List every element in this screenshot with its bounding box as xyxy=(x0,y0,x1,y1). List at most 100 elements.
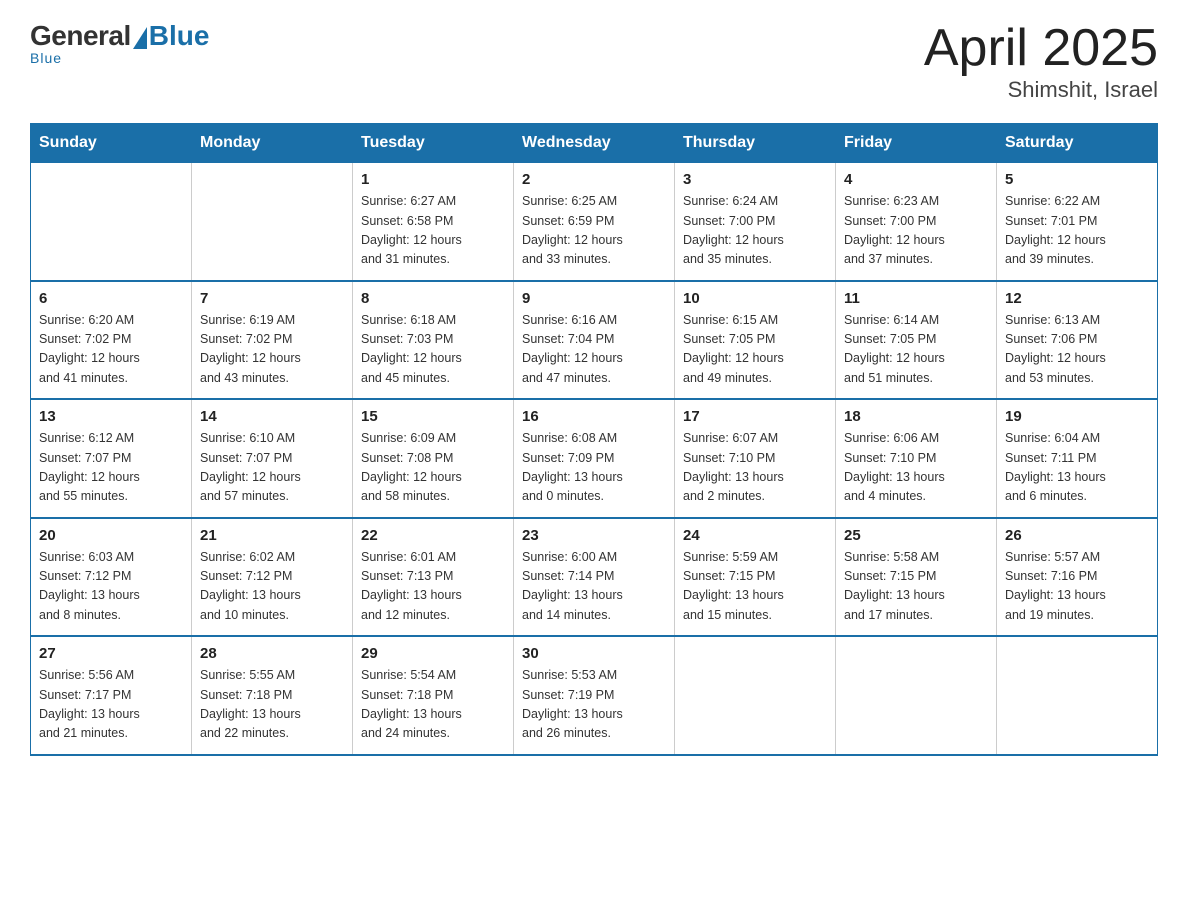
calendar-cell: 19 Sunrise: 6:04 AMSunset: 7:11 PMDayligh… xyxy=(997,399,1158,518)
calendar-cell: 16 Sunrise: 6:08 AMSunset: 7:09 PMDayligh… xyxy=(514,399,675,518)
day-number: 8 xyxy=(361,290,505,307)
day-info: Sunrise: 6:24 AMSunset: 7:00 PMDaylight:… xyxy=(683,192,827,270)
weekday-header-wednesday: Wednesday xyxy=(514,124,675,163)
calendar-cell: 10 Sunrise: 6:15 AMSunset: 7:05 PMDayligh… xyxy=(675,281,836,400)
day-number: 2 xyxy=(522,171,666,188)
day-number: 12 xyxy=(1005,290,1149,307)
calendar-cell: 7 Sunrise: 6:19 AMSunset: 7:02 PMDaylight… xyxy=(192,281,353,400)
week-row-1: 6Sunrise: 6:20 AMSunset: 7:02 PMDaylight… xyxy=(31,281,1158,400)
week-row-0: 1 Sunrise: 6:27 AMSunset: 6:58 PMDaylight… xyxy=(31,163,1158,281)
logo-general-text: General xyxy=(30,20,131,52)
day-number: 26 xyxy=(1005,527,1149,544)
calendar-body: 1 Sunrise: 6:27 AMSunset: 6:58 PMDaylight… xyxy=(31,163,1158,755)
day-number: 20 xyxy=(39,527,183,544)
calendar-cell: 23 Sunrise: 6:00 AMSunset: 7:14 PMDayligh… xyxy=(514,518,675,637)
logo-underline-text: Blue xyxy=(30,50,62,66)
calendar-cell xyxy=(675,636,836,755)
day-info: Sunrise: 5:53 AMSunset: 7:19 PMDaylight:… xyxy=(522,666,666,744)
day-number: 18 xyxy=(844,408,988,425)
calendar-table: SundayMondayTuesdayWednesdayThursdayFrid… xyxy=(30,123,1158,756)
calendar-cell: 13 Sunrise: 6:12 AMSunset: 7:07 PMDayligh… xyxy=(31,399,192,518)
calendar-subtitle: Shimshit, Israel xyxy=(924,77,1158,103)
calendar-cell: 4 Sunrise: 6:23 AMSunset: 7:00 PMDaylight… xyxy=(836,163,997,281)
day-number: 23 xyxy=(522,527,666,544)
day-info: Sunrise: 6:04 AMSunset: 7:11 PMDaylight:… xyxy=(1005,429,1149,507)
calendar-cell: 26 Sunrise: 5:57 AMSunset: 7:16 PMDayligh… xyxy=(997,518,1158,637)
day-number: 3 xyxy=(683,171,827,188)
day-number: 6 xyxy=(39,290,183,307)
week-row-4: 27Sunrise: 5:56 AMSunset: 7:17 PMDayligh… xyxy=(31,636,1158,755)
day-info: Sunrise: 6:12 AMSunset: 7:07 PMDaylight:… xyxy=(39,429,183,507)
calendar-cell: 20 Sunrise: 6:03 AMSunset: 7:12 PMDayligh… xyxy=(31,518,192,637)
weekday-header-monday: Monday xyxy=(192,124,353,163)
day-info: Sunrise: 6:27 AMSunset: 6:58 PMDaylight:… xyxy=(361,192,505,270)
day-info: Sunrise: 6:06 AMSunset: 7:10 PMDaylight:… xyxy=(844,429,988,507)
day-info: Sunrise: 6:16 AMSunset: 7:04 PMDaylight:… xyxy=(522,311,666,389)
day-number: 21 xyxy=(200,527,344,544)
calendar-cell: 18 Sunrise: 6:06 AMSunset: 7:10 PMDayligh… xyxy=(836,399,997,518)
calendar-cell: 5 Sunrise: 6:22 AMSunset: 7:01 PMDaylight… xyxy=(997,163,1158,281)
day-info: Sunrise: 6:00 AMSunset: 7:14 PMDaylight:… xyxy=(522,548,666,626)
calendar-cell xyxy=(836,636,997,755)
calendar-cell: 22Sunrise: 6:01 AMSunset: 7:13 PMDayligh… xyxy=(353,518,514,637)
week-row-2: 13 Sunrise: 6:12 AMSunset: 7:07 PMDayligh… xyxy=(31,399,1158,518)
weekday-header-row: SundayMondayTuesdayWednesdayThursdayFrid… xyxy=(31,124,1158,163)
day-number: 1 xyxy=(361,171,505,188)
day-info: Sunrise: 5:58 AMSunset: 7:15 PMDaylight:… xyxy=(844,548,988,626)
calendar-cell: 11Sunrise: 6:14 AMSunset: 7:05 PMDayligh… xyxy=(836,281,997,400)
calendar-cell xyxy=(192,163,353,281)
weekday-header-friday: Friday xyxy=(836,124,997,163)
day-number: 22 xyxy=(361,527,505,544)
day-number: 16 xyxy=(522,408,666,425)
weekday-header-saturday: Saturday xyxy=(997,124,1158,163)
page-header: General Blue Blue April 2025 Shimshit, I… xyxy=(30,20,1158,103)
day-info: Sunrise: 6:09 AMSunset: 7:08 PMDaylight:… xyxy=(361,429,505,507)
weekday-header-sunday: Sunday xyxy=(31,124,192,163)
calendar-cell: 1 Sunrise: 6:27 AMSunset: 6:58 PMDaylight… xyxy=(353,163,514,281)
day-number: 28 xyxy=(200,645,344,662)
calendar-cell: 14 Sunrise: 6:10 AMSunset: 7:07 PMDayligh… xyxy=(192,399,353,518)
day-number: 29 xyxy=(361,645,505,662)
calendar-cell: 3 Sunrise: 6:24 AMSunset: 7:00 PMDaylight… xyxy=(675,163,836,281)
day-info: Sunrise: 5:56 AMSunset: 7:17 PMDaylight:… xyxy=(39,666,183,744)
day-info: Sunrise: 5:57 AMSunset: 7:16 PMDaylight:… xyxy=(1005,548,1149,626)
calendar-cell: 2 Sunrise: 6:25 AMSunset: 6:59 PMDaylight… xyxy=(514,163,675,281)
calendar-cell: 30Sunrise: 5:53 AMSunset: 7:19 PMDayligh… xyxy=(514,636,675,755)
day-info: Sunrise: 6:23 AMSunset: 7:00 PMDaylight:… xyxy=(844,192,988,270)
day-number: 13 xyxy=(39,408,183,425)
day-number: 19 xyxy=(1005,408,1149,425)
day-info: Sunrise: 5:59 AMSunset: 7:15 PMDaylight:… xyxy=(683,548,827,626)
calendar-cell: 17Sunrise: 6:07 AMSunset: 7:10 PMDayligh… xyxy=(675,399,836,518)
calendar-cell: 29Sunrise: 5:54 AMSunset: 7:18 PMDayligh… xyxy=(353,636,514,755)
day-info: Sunrise: 6:07 AMSunset: 7:10 PMDaylight:… xyxy=(683,429,827,507)
day-number: 4 xyxy=(844,171,988,188)
day-number: 5 xyxy=(1005,171,1149,188)
day-number: 11 xyxy=(844,290,988,307)
calendar-cell: 25 Sunrise: 5:58 AMSunset: 7:15 PMDayligh… xyxy=(836,518,997,637)
day-number: 14 xyxy=(200,408,344,425)
day-info: Sunrise: 6:25 AMSunset: 6:59 PMDaylight:… xyxy=(522,192,666,270)
day-info: Sunrise: 6:19 AMSunset: 7:02 PMDaylight:… xyxy=(200,311,344,389)
day-number: 10 xyxy=(683,290,827,307)
day-info: Sunrise: 6:02 AMSunset: 7:12 PMDaylight:… xyxy=(200,548,344,626)
calendar-title-block: April 2025 Shimshit, Israel xyxy=(924,20,1158,103)
calendar-cell: 12Sunrise: 6:13 AMSunset: 7:06 PMDayligh… xyxy=(997,281,1158,400)
day-number: 25 xyxy=(844,527,988,544)
calendar-cell: 24 Sunrise: 5:59 AMSunset: 7:15 PMDayligh… xyxy=(675,518,836,637)
day-info: Sunrise: 6:15 AMSunset: 7:05 PMDaylight:… xyxy=(683,311,827,389)
day-number: 7 xyxy=(200,290,344,307)
calendar-cell: 9Sunrise: 6:16 AMSunset: 7:04 PMDaylight… xyxy=(514,281,675,400)
day-number: 24 xyxy=(683,527,827,544)
calendar-cell xyxy=(997,636,1158,755)
calendar-title: April 2025 xyxy=(924,20,1158,77)
weekday-header-thursday: Thursday xyxy=(675,124,836,163)
logo-blue-text: Blue xyxy=(149,20,210,52)
day-info: Sunrise: 6:22 AMSunset: 7:01 PMDaylight:… xyxy=(1005,192,1149,270)
weekday-header-tuesday: Tuesday xyxy=(353,124,514,163)
calendar-cell: 15Sunrise: 6:09 AMSunset: 7:08 PMDayligh… xyxy=(353,399,514,518)
day-info: Sunrise: 5:55 AMSunset: 7:18 PMDaylight:… xyxy=(200,666,344,744)
day-info: Sunrise: 6:08 AMSunset: 7:09 PMDaylight:… xyxy=(522,429,666,507)
day-info: Sunrise: 6:10 AMSunset: 7:07 PMDaylight:… xyxy=(200,429,344,507)
day-info: Sunrise: 6:03 AMSunset: 7:12 PMDaylight:… xyxy=(39,548,183,626)
calendar-cell xyxy=(31,163,192,281)
